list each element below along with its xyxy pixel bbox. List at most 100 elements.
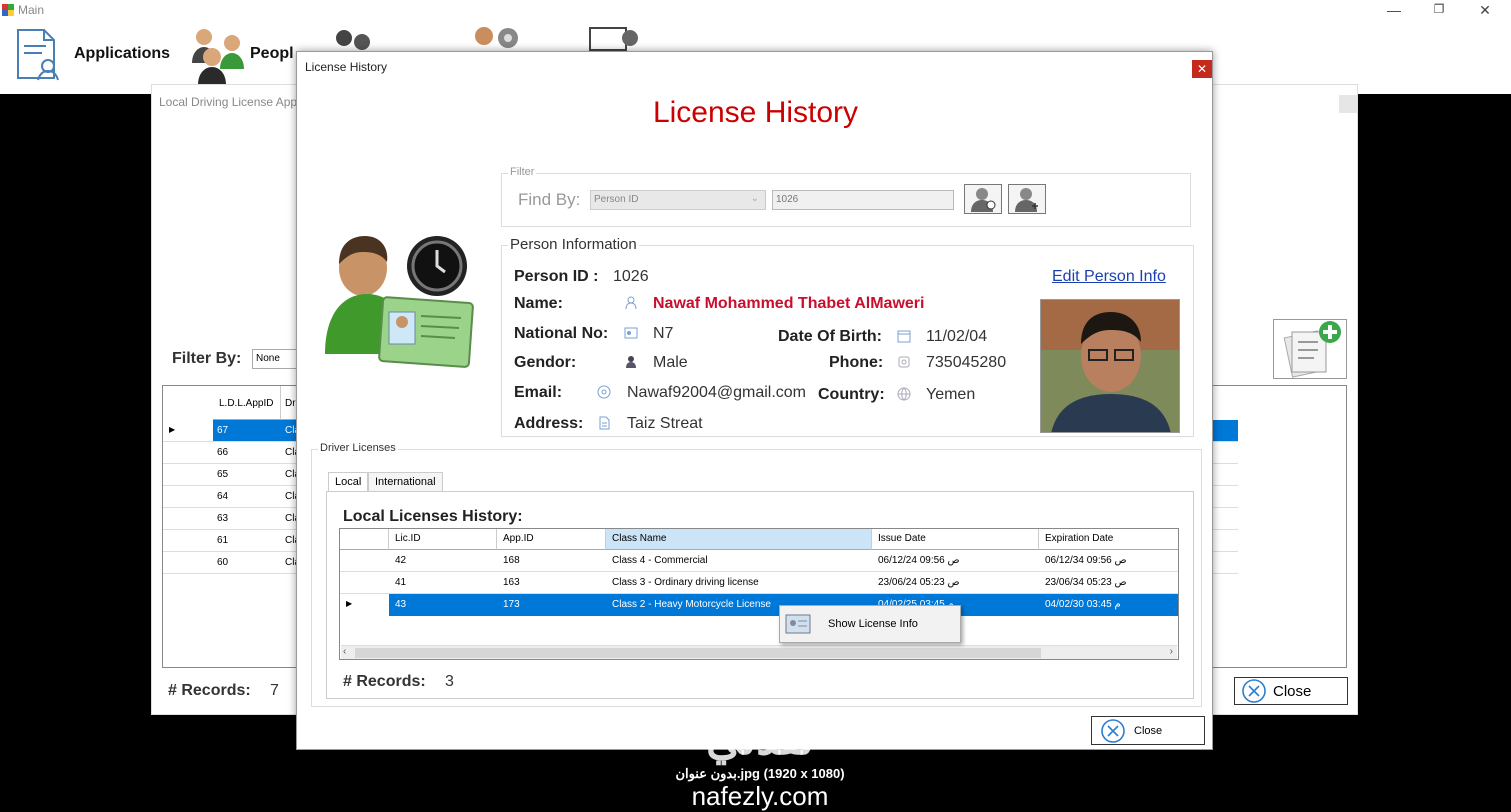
dialog-heading: License History xyxy=(652,96,859,129)
app-icon xyxy=(2,4,14,16)
dob-label: Date Of Birth: xyxy=(778,328,882,345)
bg-close-label: Close xyxy=(1273,682,1312,700)
phone-icon xyxy=(898,356,910,368)
person-information-group: Person Information Person ID : 1026 Edit… xyxy=(501,236,1194,437)
filter-group: Filter Find By: Person ID ⌄ 1026 xyxy=(501,166,1191,227)
close-circle-icon xyxy=(1242,679,1266,703)
address-label: Address: xyxy=(514,415,584,432)
scroll-left-icon[interactable]: ‹ xyxy=(343,646,346,657)
bg-close-button[interactable]: Close xyxy=(1234,677,1348,705)
table-row[interactable]: 42 168 Class 4 - Commercial 06/12/24 09:… xyxy=(340,550,1178,572)
find-by-select-value: Person ID xyxy=(594,194,639,205)
filter-group-title: Filter xyxy=(508,166,537,178)
records-value: 3 xyxy=(445,673,454,690)
context-menu-show-license-info[interactable]: Show License Info xyxy=(779,605,961,643)
close-window-icon[interactable]: ✕ xyxy=(1470,2,1500,19)
table-row-selected[interactable]: ▶ 43 173 Class 2 - Heavy Motorcycle Lice… xyxy=(340,594,1178,616)
account-settings-icon xyxy=(589,27,638,51)
email-label: Email: xyxy=(514,384,563,401)
find-by-select[interactable]: Person ID ⌄ xyxy=(590,190,766,210)
license-history-dialog: License History ✕ License History Filter… xyxy=(296,51,1213,750)
bg-filter-select[interactable]: None xyxy=(252,349,302,369)
phone-label: Phone: xyxy=(829,354,884,371)
watermark-filename: بدون عنوان.jpg (1920 x 1080) xyxy=(675,766,845,781)
bg-records-label: # Records: xyxy=(168,682,251,699)
close-circle-icon xyxy=(1101,718,1125,743)
main-window-title: Main xyxy=(18,3,45,17)
national-no-value: N7 xyxy=(653,325,674,342)
horizontal-scrollbar[interactable]: ‹ › xyxy=(341,645,1177,659)
grid-header-lic-id[interactable]: Lic.ID xyxy=(389,529,497,550)
table-row[interactable]: 41 163 Class 3 - Ordinary driving licens… xyxy=(340,572,1178,594)
chevron-down-icon: ⌄ xyxy=(750,193,759,204)
driver-licenses-group: Driver Licenses Local International Loca… xyxy=(311,442,1202,707)
bg-records-value: 7 xyxy=(270,682,279,699)
drivers-icon xyxy=(336,30,370,50)
find-by-label: Find By: xyxy=(518,190,581,209)
globe-icon xyxy=(897,387,911,401)
dialog-close-icon[interactable]: ✕ xyxy=(1192,60,1212,78)
search-person-icon xyxy=(971,188,996,212)
grid-header-app-id[interactable]: App.ID xyxy=(497,529,606,550)
add-person-icon xyxy=(1015,188,1038,212)
country-label: Country: xyxy=(818,386,885,403)
calendar-icon xyxy=(897,330,911,343)
records-label: # Records: xyxy=(343,673,426,690)
license-history-illustration-icon xyxy=(325,236,474,368)
bg-filter-label: Filter By: xyxy=(172,350,242,367)
gender-value: Male xyxy=(653,354,688,371)
grid-header-expiration-date[interactable]: Expiration Date xyxy=(1039,529,1178,550)
grid-header-class-name[interactable]: Class Name xyxy=(606,529,872,550)
toolbar-applications[interactable]: Applications xyxy=(12,24,170,84)
tab-local[interactable]: Local xyxy=(328,472,369,492)
watermark-site: nafezly.com xyxy=(691,781,829,811)
dob-value: 11/02/04 xyxy=(926,328,988,345)
restore-icon[interactable]: ❐ xyxy=(1424,2,1454,16)
email-value: Nawaf92004@gmail.com xyxy=(627,384,806,401)
person-id-label: Person ID : xyxy=(514,268,599,285)
bg-scroll-button[interactable] xyxy=(1339,95,1357,113)
scroll-thumb[interactable] xyxy=(355,648,1041,658)
driver-licenses-title: Driver Licenses xyxy=(318,442,398,454)
applications-icon xyxy=(17,29,59,81)
edit-person-info-link[interactable]: Edit Person Info xyxy=(1052,268,1166,286)
gender-label: Gendor: xyxy=(514,354,577,371)
address-icon xyxy=(599,416,610,430)
id-card-icon xyxy=(624,327,638,339)
grid-header-issue-date[interactable]: Issue Date xyxy=(872,529,1039,550)
watermark-arabic: نفذلي xyxy=(706,715,814,764)
users-icon xyxy=(475,27,518,48)
name-value: Nawaf Mohammed Thabet AlMaweri xyxy=(653,295,925,312)
grid-row-header xyxy=(340,529,389,550)
add-person-button[interactable] xyxy=(1008,184,1046,214)
country-value: Yemen xyxy=(926,386,976,403)
close-button[interactable]: Close xyxy=(1091,716,1205,745)
toolbar-applications-label: Applications xyxy=(74,45,171,62)
search-person-button[interactable] xyxy=(964,184,1002,214)
bg-form-title: Local Driving License Appl xyxy=(159,95,300,109)
watermark: نفذلي بدون عنوان.jpg (1920 x 1080) nafez… xyxy=(560,715,960,811)
local-tab-page: Local Licenses History: Lic.ID App.ID Cl… xyxy=(326,491,1194,699)
add-application-button[interactable] xyxy=(1273,319,1347,379)
minimize-icon[interactable]: — xyxy=(1379,2,1409,18)
bg-grid-header-id[interactable]: L.D.L.AppID xyxy=(213,386,281,420)
person-photo xyxy=(1040,299,1180,433)
national-no-label: National No: xyxy=(514,325,609,342)
person-info-title: Person Information xyxy=(508,236,639,253)
add-document-icon xyxy=(1283,321,1341,378)
license-card-icon xyxy=(785,614,811,634)
person-icon xyxy=(625,296,637,310)
male-icon xyxy=(626,356,636,368)
tab-international[interactable]: International xyxy=(368,472,443,492)
local-licenses-grid[interactable]: Lic.ID App.ID Class Name Issue Date Expi… xyxy=(339,528,1179,660)
toolbar-people[interactable]: Peopl xyxy=(188,24,294,85)
email-icon xyxy=(597,385,611,399)
search-input[interactable]: 1026 xyxy=(772,190,954,210)
name-label: Name: xyxy=(514,295,563,312)
address-value: Taiz Streat xyxy=(627,415,703,432)
scroll-right-icon[interactable]: › xyxy=(1170,646,1173,657)
dialog-title: License History xyxy=(305,60,388,74)
people-icon xyxy=(192,29,244,85)
context-menu-label: Show License Info xyxy=(828,618,918,630)
person-id-value: 1026 xyxy=(613,268,649,285)
